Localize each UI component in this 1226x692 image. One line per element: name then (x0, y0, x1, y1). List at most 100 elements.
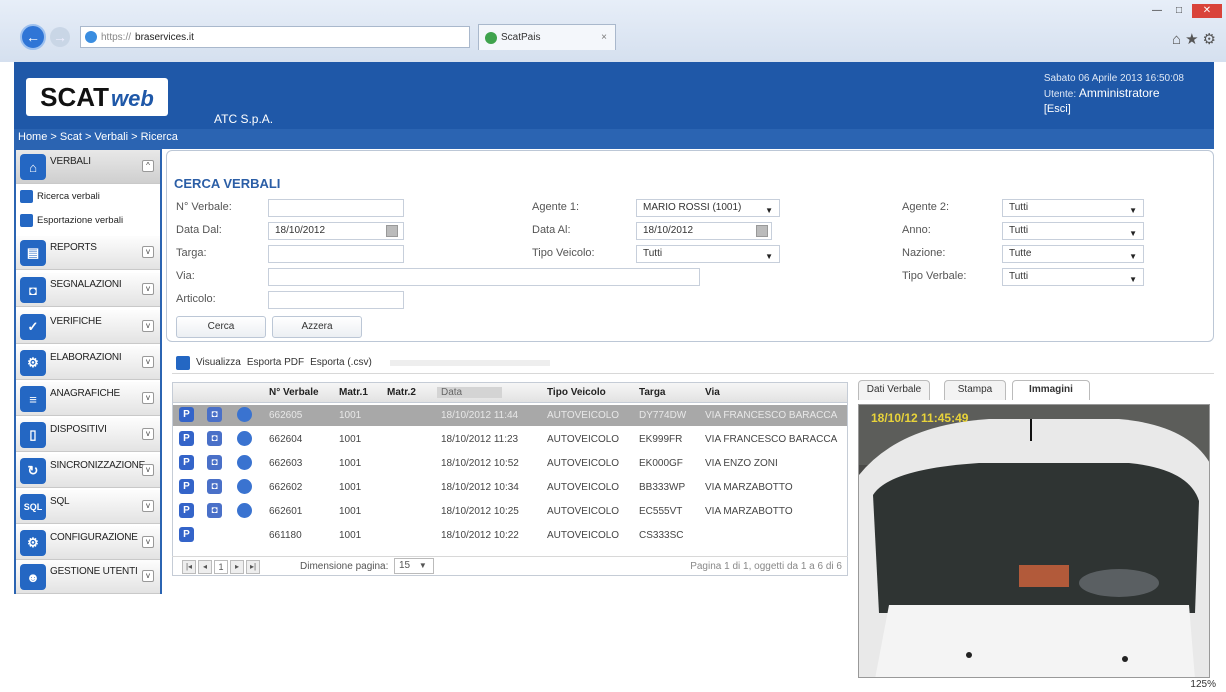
data-al-input[interactable]: 18/10/2012 (636, 222, 772, 240)
address-bar[interactable]: https:// braservices.it (80, 26, 470, 48)
pager: |◂ ◂ 1 ▸ ▸| Dimensione pagina: 15 ▼ Pagi… (172, 556, 848, 576)
globe-icon[interactable] (237, 455, 252, 470)
tab-dati-verbale[interactable]: Dati Verbale (858, 380, 930, 400)
close-window-icon[interactable]: ✕ (1192, 4, 1222, 18)
col-tipo-veicolo[interactable]: Tipo Veicolo (547, 387, 606, 398)
articolo-input[interactable] (268, 291, 404, 309)
p-icon[interactable]: P (179, 503, 194, 518)
sidebar-item-segnalazioni[interactable]: ◘ SEGNALAZIONI v (16, 273, 160, 307)
sidebar-item-sql[interactable]: SQL SQL v (16, 490, 160, 524)
via-input[interactable] (268, 268, 700, 286)
visualizza-button[interactable]: Visualizza (196, 357, 241, 368)
data-dal-input[interactable]: 18/10/2012 (268, 222, 404, 240)
p-icon[interactable]: P (179, 407, 194, 422)
nazione-select[interactable]: Tutte ▼ (1002, 245, 1144, 263)
azzera-button[interactable]: Azzera (272, 316, 362, 338)
tipo-veicolo-select[interactable]: Tutti ▼ (636, 245, 780, 263)
col-via[interactable]: Via (705, 387, 720, 398)
sidebar-label: CONFIGURAZIONE (50, 532, 138, 543)
export-pdf-button[interactable]: Esporta PDF (247, 357, 304, 368)
sidebar-item-elaborazioni[interactable]: ⚙ ELABORAZIONI v (16, 346, 160, 380)
p-icon[interactable]: P (179, 479, 194, 494)
chevron-down-icon[interactable]: v (142, 356, 154, 368)
tab-immagini[interactable]: Immagini (1012, 380, 1090, 400)
chevron-down-icon[interactable]: v (142, 570, 154, 582)
table-row[interactable]: P ◘ 662604 1001 18/10/2012 11:23 AUTOVEI… (173, 429, 847, 450)
chevron-down-icon[interactable]: v (142, 500, 154, 512)
table-row[interactable]: P 661180 1001 18/10/2012 10:22 AUTOVEICO… (173, 525, 847, 546)
camera-icon[interactable]: ◘ (207, 479, 222, 494)
globe-icon[interactable] (237, 479, 252, 494)
maximize-icon[interactable]: □ (1170, 4, 1188, 18)
chevron-down-icon[interactable]: v (142, 428, 154, 440)
sidebar-item-verifiche[interactable]: ✓ VERIFICHE v (16, 310, 160, 344)
browser-tab[interactable]: ScatPais × (478, 24, 616, 50)
camera-icon[interactable]: ◘ (207, 503, 222, 518)
p-icon[interactable]: P (179, 455, 194, 470)
anno-select[interactable]: Tutti ▼ (1002, 222, 1144, 240)
data-al-label: Data Al: (532, 224, 571, 236)
table-row[interactable]: P ◘ 662605 1001 18/10/2012 11:44 AUTOVEI… (173, 405, 847, 426)
chevron-down-icon[interactable]: v (142, 246, 154, 258)
sidebar-item-anagrafiche[interactable]: ≡ ANAGRAFICHE v (16, 382, 160, 416)
p-icon[interactable]: P (179, 431, 194, 446)
sidebar-item-configurazione[interactable]: ⚙ CONFIGURAZIONE v (16, 526, 160, 560)
first-page-icon[interactable]: |◂ (182, 560, 196, 574)
page-number[interactable]: 1 (214, 560, 228, 574)
tab-stampa[interactable]: Stampa (944, 380, 1006, 400)
col-targa[interactable]: Targa (639, 387, 666, 398)
col-matr2[interactable]: Matr.2 (387, 387, 416, 398)
cerca-button[interactable]: Cerca (176, 316, 266, 338)
globe-icon[interactable] (237, 503, 252, 518)
tipo-verbale-select[interactable]: Tutti ▼ (1002, 268, 1144, 286)
last-page-icon[interactable]: ▸| (246, 560, 260, 574)
sidebar-sub-ricerca[interactable]: Ricerca verbali (20, 190, 100, 203)
camera-icon[interactable]: ◘ (207, 407, 222, 422)
chevron-down-icon[interactable]: v (142, 392, 154, 404)
agente2-select[interactable]: Tutti ▼ (1002, 199, 1144, 217)
table-row[interactable]: P ◘ 662603 1001 18/10/2012 10:52 AUTOVEI… (173, 453, 847, 474)
col-data[interactable]: Data (437, 387, 503, 398)
calendar-icon[interactable] (386, 225, 398, 237)
sidebar-item-gestione-utenti[interactable]: ☻ GESTIONE UTENTI v (16, 560, 160, 594)
globe-icon[interactable] (237, 431, 252, 446)
sidebar-item-verbali[interactable]: ⌂ VERBALI ^ (16, 150, 160, 184)
agente1-select[interactable]: MARIO ROSSI (1001) ▼ (636, 199, 780, 217)
home-icon[interactable]: ⌂ (1172, 31, 1185, 48)
table-row[interactable]: P ◘ 662601 1001 18/10/2012 10:25 AUTOVEI… (173, 501, 847, 522)
chevron-down-icon[interactable]: v (142, 320, 154, 332)
table-row[interactable]: P ◘ 662602 1001 18/10/2012 10:34 AUTOVEI… (173, 477, 847, 498)
camera-icon[interactable]: ◘ (207, 455, 222, 470)
sidebar-item-dispositivi[interactable]: ▯ DISPOSITIVI v (16, 418, 160, 452)
page-size-select[interactable]: 15 ▼ (394, 558, 434, 574)
export-csv-button[interactable]: Esporta (.csv) (310, 357, 372, 368)
forward-icon[interactable]: → (50, 27, 70, 47)
n-verbale-input[interactable] (268, 199, 404, 217)
chevron-down-icon[interactable]: v (142, 464, 154, 476)
zoom-level[interactable]: 125% (1190, 679, 1216, 690)
logout-link[interactable]: [Esci] (1044, 102, 1184, 116)
col-n-verbale[interactable]: N° Verbale (269, 387, 319, 398)
cell-matr1: 1001 (339, 482, 362, 493)
chevron-down-icon[interactable]: v (142, 283, 154, 295)
favorites-icon[interactable]: ★ (1185, 31, 1202, 48)
address-prefix: https:// (101, 31, 132, 43)
targa-input[interactable] (268, 245, 404, 263)
minimize-icon[interactable]: — (1148, 4, 1166, 18)
next-page-icon[interactable]: ▸ (230, 560, 244, 574)
gear-icon[interactable]: ⚙ (1203, 31, 1220, 48)
calendar-icon[interactable] (756, 225, 768, 237)
p-icon[interactable]: P (179, 527, 194, 542)
sidebar-sub-esportazione[interactable]: Esportazione verbali (20, 214, 123, 227)
chevron-up-icon[interactable]: ^ (142, 160, 154, 172)
close-tab-icon[interactable]: × (601, 32, 607, 43)
globe-icon[interactable] (237, 407, 252, 422)
sidebar-item-reports[interactable]: ▤ REPORTS v (16, 236, 160, 270)
prev-page-icon[interactable]: ◂ (198, 560, 212, 574)
col-matr1[interactable]: Matr.1 (339, 387, 368, 398)
back-icon[interactable]: ← (20, 24, 46, 50)
chevron-down-icon[interactable]: v (142, 536, 154, 548)
agente1-value: MARIO ROSSI (1001) (643, 202, 742, 213)
camera-icon[interactable]: ◘ (207, 431, 222, 446)
sidebar-item-sincronizzazione[interactable]: ↻ SINCRONIZZAZIONE v (16, 454, 160, 488)
